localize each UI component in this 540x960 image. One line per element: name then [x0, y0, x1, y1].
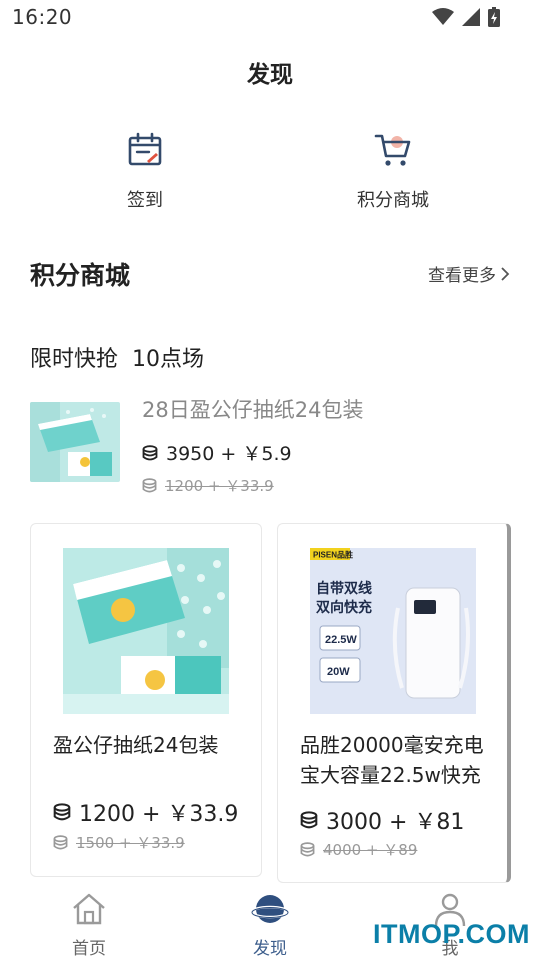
- checkin-entry[interactable]: 签到: [75, 130, 215, 212]
- product-original-price: 1500 + ￥33.9: [53, 832, 185, 853]
- signal-icon: [462, 8, 480, 26]
- battery-icon: [488, 7, 500, 27]
- tab-discover[interactable]: 发现: [225, 890, 315, 959]
- image-headline-1: 自带双线: [316, 580, 372, 596]
- product-name: 品胜20000毫安充电宝大容量22.5w快充: [300, 733, 484, 787]
- shopping-cart-icon: [374, 134, 411, 166]
- section-title: 积分商城: [30, 261, 131, 290]
- featured-price-text: 3950 + ￥5.9: [166, 443, 292, 465]
- chevron-right-icon: [501, 266, 510, 281]
- product-name: 盈公仔抽纸24包装: [53, 733, 219, 757]
- tab-discover-label: 发现: [253, 939, 287, 959]
- flash-sale-title: 限时快抢: [30, 347, 119, 372]
- product-original-price-text: 1500 + ￥33.9: [76, 834, 185, 852]
- image-brand-text: PISEN品胜: [313, 550, 353, 560]
- points-mall-label: 积分商城: [357, 190, 429, 211]
- product-price: 1200 + ￥33.9: [53, 796, 238, 828]
- view-more-link[interactable]: 查看更多: [428, 261, 510, 286]
- status-icons: [432, 7, 500, 27]
- home-icon: [73, 893, 105, 925]
- calendar-checkin-icon: [128, 132, 162, 166]
- flash-sale-session: 10点场: [132, 347, 205, 372]
- status-bar: 16:20: [0, 0, 540, 36]
- featured-product-price: 3950 + ￥5.9: [142, 439, 292, 466]
- image-headline-2: 双向快充: [316, 599, 372, 615]
- product-original-price: 4000 + ￥89: [300, 839, 417, 860]
- tab-home-label: 首页: [72, 939, 106, 959]
- page-title: 发现: [247, 62, 293, 88]
- featured-product[interactable]: 28日盈公仔抽纸24包装 3950 + ￥5.9 1200 + ￥33.9: [30, 392, 510, 496]
- watermark-logo: ITMOP.COM: [372, 919, 530, 949]
- points-coin-icon: [142, 444, 158, 460]
- featured-product-image: [30, 402, 120, 482]
- view-more-label: 查看更多: [428, 266, 496, 286]
- featured-product-name: 28日盈公仔抽纸24包装: [142, 398, 364, 422]
- product-card[interactable]: 盈公仔抽纸24包装 1200 + ￥33.9 1500 + ￥33.9: [30, 523, 262, 877]
- product-price-text: 3000 + ￥81: [326, 810, 465, 835]
- featured-original-price-text: 1200 + ￥33.9: [165, 477, 274, 495]
- points-coin-icon: [300, 842, 315, 857]
- featured-product-original-price: 1200 + ￥33.9: [142, 475, 274, 496]
- image-spec-2: 20W: [327, 666, 350, 678]
- status-time: 16:20: [12, 5, 73, 29]
- points-mall-entry[interactable]: 积分商城: [323, 130, 463, 212]
- points-coin-icon: [53, 803, 71, 821]
- product-card[interactable]: PISEN品胜 自带双线 双向快充 22.5W 20W 品胜20000毫安充电宝…: [277, 523, 511, 883]
- product-image: PISEN品胜 自带双线 双向快充 22.5W 20W: [310, 548, 476, 714]
- image-spec-1: 22.5W: [325, 634, 357, 646]
- points-coin-icon: [53, 835, 68, 850]
- points-coin-icon: [142, 478, 157, 493]
- product-image: [63, 548, 229, 714]
- tab-home[interactable]: 首页: [44, 890, 134, 959]
- wifi-icon: [432, 8, 454, 25]
- product-original-price-text: 4000 + ￥89: [323, 841, 418, 859]
- flash-sale-header: 限时快抢 10点场: [30, 341, 204, 373]
- discover-planet-icon: [250, 895, 290, 923]
- product-price: 3000 + ￥81: [300, 804, 464, 836]
- checkin-label: 签到: [127, 190, 163, 211]
- points-coin-icon: [300, 811, 318, 829]
- product-price-text: 1200 + ￥33.9: [79, 802, 239, 827]
